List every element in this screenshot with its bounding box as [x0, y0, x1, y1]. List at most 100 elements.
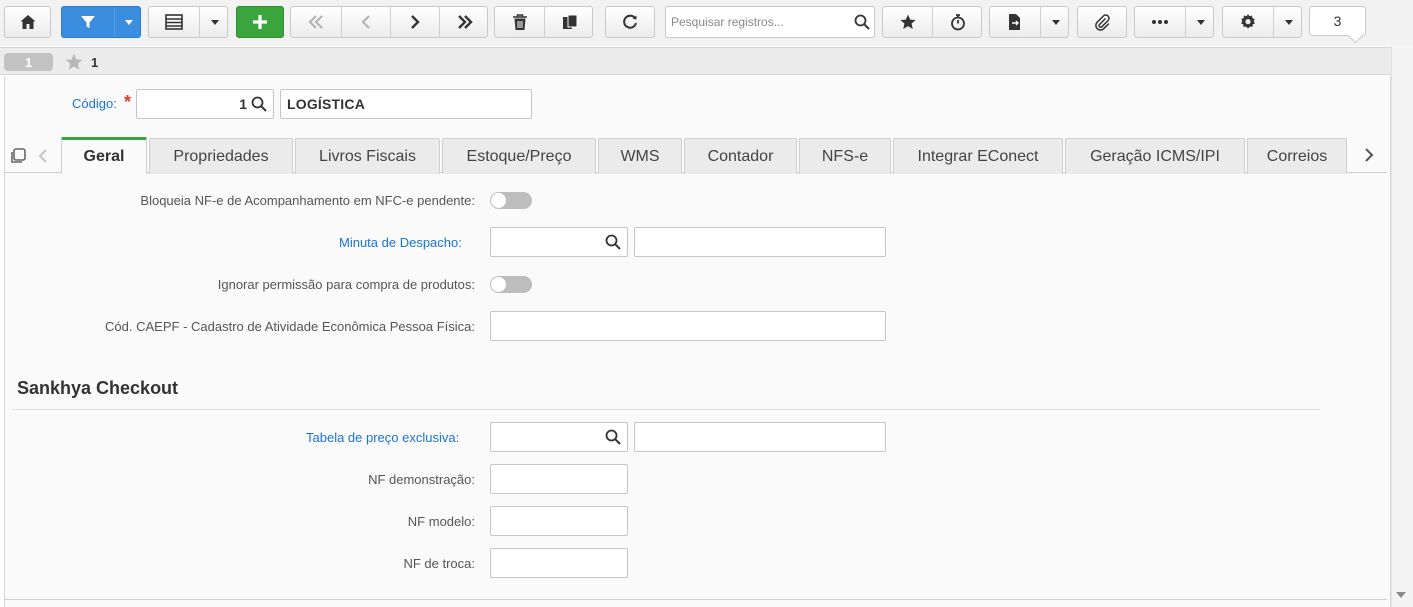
tabs-scroll-left[interactable]: [38, 148, 48, 167]
tab-nfs-e[interactable]: NFS-e: [799, 138, 891, 174]
first-record-button[interactable]: [291, 7, 341, 37]
favorite-button[interactable]: [883, 7, 932, 37]
codigo-label[interactable]: Código:: [72, 96, 117, 111]
filter-icon: [81, 16, 95, 28]
filter-dropdown[interactable]: [114, 7, 142, 37]
copy-icon: [562, 14, 577, 29]
grid-view-button[interactable]: [148, 6, 228, 38]
grid-view-main[interactable]: [149, 7, 199, 37]
tabela-preco-exclusiva-label[interactable]: Tabela de preço exclusiva:: [306, 430, 459, 445]
chevron-down-icon: [124, 19, 133, 25]
plus-icon: [253, 15, 267, 29]
export-dropdown[interactable]: [1040, 7, 1070, 37]
previous-record-button[interactable]: [341, 7, 390, 37]
refresh-button[interactable]: [605, 6, 655, 38]
nf-demonstracao-field[interactable]: [490, 464, 628, 494]
more-icon: [1152, 20, 1168, 24]
nf-demonstracao-label: NF demonstração:: [368, 472, 475, 487]
toolbar: 3: [0, 0, 1413, 46]
toggle-knob: [491, 277, 506, 292]
home-button[interactable]: [4, 6, 51, 38]
chevron-down-icon: [1196, 19, 1205, 25]
filter-main[interactable]: [62, 7, 114, 37]
tabela-preco-description-field[interactable]: [634, 422, 886, 452]
search-icon: [251, 96, 267, 112]
export-main[interactable]: [990, 7, 1040, 37]
ignorar-permissao-label: Ignorar permissão para compra de produto…: [217, 277, 475, 292]
last-record-button[interactable]: [439, 7, 489, 37]
windows-icon: [11, 148, 26, 163]
panel-bottom-border: [4, 599, 1387, 600]
favorite-timer-group: [882, 6, 982, 38]
tab-wms[interactable]: WMS: [598, 138, 682, 174]
chevron-right-icon: [411, 15, 420, 29]
more-options-main[interactable]: [1135, 7, 1185, 37]
grid-icon: [165, 14, 183, 30]
more-options-button[interactable]: [1134, 6, 1214, 38]
tabela-preco-code-field[interactable]: [490, 422, 628, 452]
settings-dropdown[interactable]: [1273, 7, 1303, 37]
paperclip-icon: [1095, 14, 1110, 31]
record-tab-pill[interactable]: 1: [4, 53, 53, 71]
export-button[interactable]: [989, 6, 1069, 38]
tab-integrar-econect[interactable]: Integrar EConect: [893, 138, 1063, 174]
favorite-star[interactable]: [64, 52, 84, 75]
codigo-description-field[interactable]: LOGÍSTICA: [280, 89, 532, 119]
tab-propriedades[interactable]: Propriedades: [149, 138, 293, 174]
attachment-button[interactable]: [1077, 6, 1127, 38]
nf-modelo-field[interactable]: [490, 506, 628, 536]
tabela-preco-search-button[interactable]: [605, 429, 621, 448]
codigo-search-button[interactable]: [251, 96, 267, 115]
chevron-right-icon: [1365, 148, 1374, 162]
minuta-search-button[interactable]: [605, 234, 621, 253]
favorite-count: 1: [91, 55, 99, 70]
more-options-dropdown[interactable]: [1185, 7, 1215, 37]
tab-livros-fiscais[interactable]: Livros Fiscais: [295, 138, 440, 174]
navigation-group: [290, 6, 488, 38]
record-strip: 1 1: [0, 47, 1391, 75]
file-export-icon: [1009, 14, 1020, 30]
minuta-despacho-description-field[interactable]: [634, 227, 886, 257]
delete-button[interactable]: [495, 7, 544, 37]
search-input[interactable]: [666, 7, 846, 37]
tab-contador[interactable]: Contador: [684, 138, 797, 174]
add-button[interactable]: [236, 6, 284, 38]
next-record-button[interactable]: [390, 7, 439, 37]
record-actions-group: [494, 6, 593, 38]
tabs-menu-button[interactable]: [9, 147, 27, 168]
filter-button[interactable]: [61, 6, 141, 38]
caepf-field[interactable]: [490, 311, 886, 341]
caepf-label: Cód. CAEPF - Cadastro de Atividade Econô…: [105, 319, 475, 334]
toggle-knob: [491, 193, 506, 208]
stopwatch-icon: [951, 14, 965, 31]
vertical-scrollbar[interactable]: [1391, 46, 1413, 607]
bloqueia-nfe-label: Bloqueia NF-e de Acompanhamento em NFC-e…: [140, 193, 475, 208]
chevron-left-icon: [38, 149, 47, 163]
nf-troca-label: NF de troca:: [403, 556, 475, 571]
nf-troca-field[interactable]: [490, 548, 628, 578]
tab-estoque-preco[interactable]: Estoque/Preço: [442, 138, 596, 174]
codigo-field[interactable]: 1: [136, 89, 274, 119]
settings-button[interactable]: [1222, 6, 1302, 38]
tab-geral[interactable]: Geral: [61, 137, 147, 174]
minuta-despacho-label[interactable]: Minuta de Despacho:: [339, 235, 462, 250]
tab-geracao-icms-ipi[interactable]: Geração ICMS/IPI: [1065, 138, 1245, 174]
refresh-icon: [623, 14, 637, 29]
search-icon: [854, 14, 870, 30]
duplicate-button[interactable]: [544, 7, 594, 37]
ignorar-permissao-toggle[interactable]: [490, 276, 532, 293]
tabs-scroll-right[interactable]: [1363, 147, 1375, 166]
settings-main[interactable]: [1223, 7, 1273, 37]
home-icon: [20, 15, 35, 29]
star-icon: [899, 14, 916, 29]
tab-correios[interactable]: Correios: [1247, 138, 1347, 174]
minuta-despacho-code-field[interactable]: [490, 227, 628, 257]
grid-view-dropdown[interactable]: [199, 7, 229, 37]
search-button[interactable]: [854, 14, 870, 33]
bloqueia-nfe-toggle[interactable]: [490, 192, 532, 209]
timer-button[interactable]: [932, 7, 983, 37]
codigo-value: 1: [239, 96, 247, 112]
chevron-down-icon: [1284, 19, 1293, 25]
chevron-down-icon: [210, 19, 219, 25]
scroll-down-icon[interactable]: [1396, 592, 1406, 598]
